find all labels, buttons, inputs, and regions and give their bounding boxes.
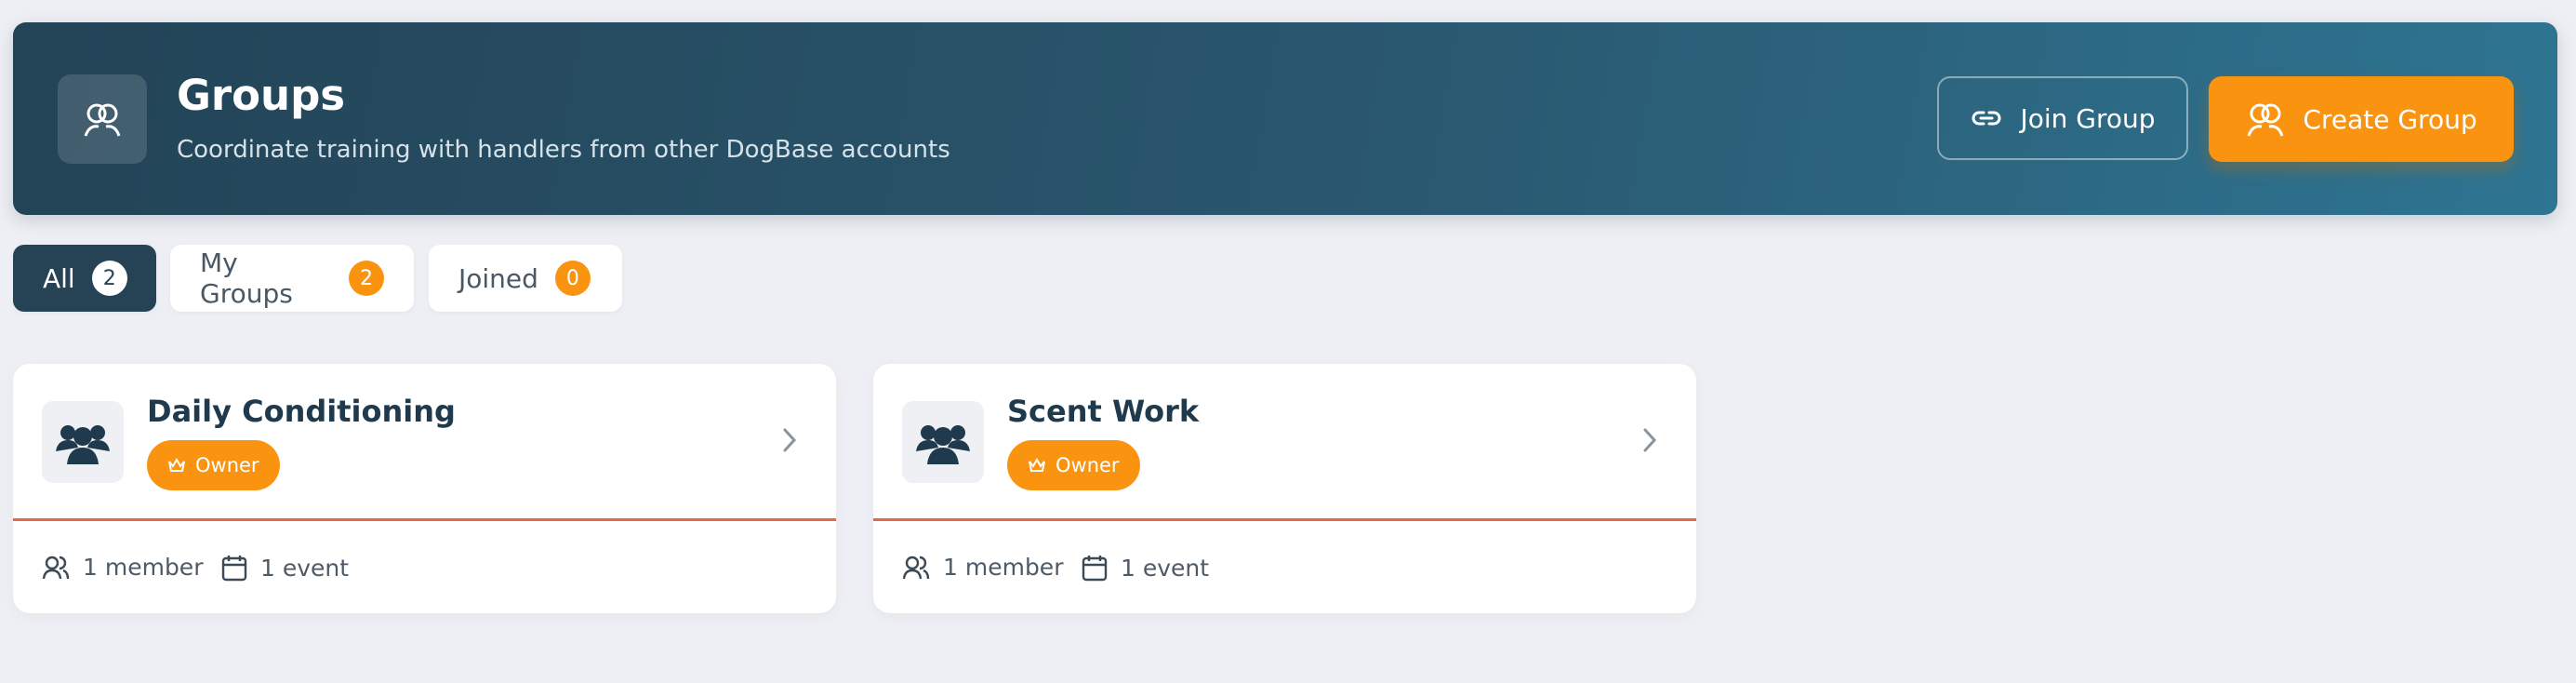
member-count: 1 member bbox=[902, 554, 1063, 581]
card-divider bbox=[13, 518, 836, 521]
tab-count-badge: 2 bbox=[91, 261, 127, 296]
group-name: Scent Work bbox=[1007, 394, 1200, 429]
create-group-label: Create Group bbox=[2303, 103, 2477, 135]
event-count-text: 1 event bbox=[1121, 554, 1210, 582]
crown-icon bbox=[168, 457, 185, 472]
role-label: Owner bbox=[1056, 454, 1120, 476]
page-subtitle: Coordinate training with handlers from o… bbox=[177, 136, 950, 164]
member-count: 1 member bbox=[42, 554, 203, 581]
join-group-button[interactable]: Join Group bbox=[1937, 76, 2188, 160]
create-group-button[interactable]: Create Group bbox=[2209, 76, 2514, 162]
users-icon bbox=[42, 556, 70, 579]
tab-my-groups[interactable]: My Groups 2 bbox=[170, 245, 414, 312]
tab-count-badge: 2 bbox=[349, 261, 384, 296]
owner-badge: Owner bbox=[1007, 440, 1140, 490]
chevron-right-icon bbox=[1643, 428, 1657, 452]
crown-icon bbox=[1029, 457, 1045, 472]
group-card-daily-conditioning[interactable]: Daily Conditioning Owner 1 member 1 even… bbox=[13, 364, 836, 613]
group-avatar-icon bbox=[902, 401, 984, 483]
calendar-icon bbox=[1082, 556, 1108, 582]
tab-label: All bbox=[43, 262, 75, 294]
group-avatar-icon bbox=[42, 401, 124, 483]
event-count-text: 1 event bbox=[260, 554, 350, 582]
tab-joined[interactable]: Joined 0 bbox=[429, 245, 622, 312]
group-name: Daily Conditioning bbox=[147, 394, 456, 429]
event-count: 1 event bbox=[1082, 554, 1209, 582]
calendar-icon bbox=[221, 556, 247, 582]
tab-label: My Groups bbox=[200, 248, 293, 309]
owner-badge: Owner bbox=[147, 440, 280, 490]
member-count-text: 1 member bbox=[83, 554, 204, 581]
member-count-text: 1 member bbox=[943, 554, 1064, 581]
link-icon bbox=[1972, 111, 2001, 126]
tab-count-badge: 0 bbox=[554, 261, 591, 296]
card-divider bbox=[873, 518, 1696, 521]
chevron-right-icon bbox=[783, 428, 797, 452]
groups-icon bbox=[2247, 103, 2284, 137]
groups-icon bbox=[58, 74, 147, 164]
event-count: 1 event bbox=[221, 554, 349, 582]
users-icon bbox=[902, 556, 930, 579]
tab-label: Joined bbox=[458, 262, 538, 294]
page-header: Groups Coordinate training with handlers… bbox=[13, 22, 2557, 215]
join-group-label: Join Group bbox=[2020, 102, 2156, 134]
role-label: Owner bbox=[195, 454, 259, 476]
page-title: Groups bbox=[177, 71, 346, 120]
group-card-scent-work[interactable]: Scent Work Owner 1 member 1 event bbox=[873, 364, 1696, 613]
tab-all[interactable]: All 2 bbox=[13, 245, 156, 312]
